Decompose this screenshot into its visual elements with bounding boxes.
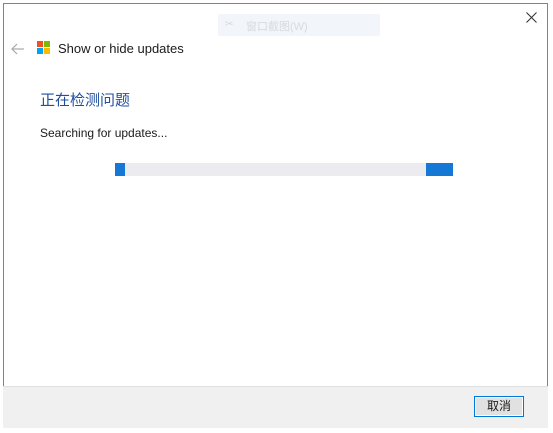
scissors-icon: ✂ — [225, 19, 234, 30]
screenshot-tool-hint-label: 窗口截图(W) — [246, 21, 308, 33]
close-icon — [526, 12, 537, 23]
back-arrow-icon — [11, 43, 24, 55]
progress-bar — [115, 163, 453, 176]
app-title: Show or hide updates — [58, 41, 184, 56]
dialog-window — [3, 3, 548, 428]
screenshot-tool-hint: ✂ 窗口截图(W) — [218, 14, 380, 36]
progress-segment — [426, 163, 453, 176]
progress-segment — [115, 163, 125, 176]
logo-green-square — [44, 41, 50, 47]
back-button[interactable] — [9, 40, 27, 58]
status-text: Searching for updates... — [40, 126, 168, 140]
windows-logo-icon — [37, 41, 51, 55]
footer-bar — [3, 386, 548, 428]
close-button[interactable] — [518, 6, 546, 30]
logo-yellow-square — [44, 48, 50, 54]
logo-blue-square — [37, 48, 43, 54]
logo-red-square — [37, 41, 43, 47]
page-heading: 正在检测问题 — [40, 91, 131, 109]
cancel-button[interactable]: 取消 — [474, 396, 524, 417]
